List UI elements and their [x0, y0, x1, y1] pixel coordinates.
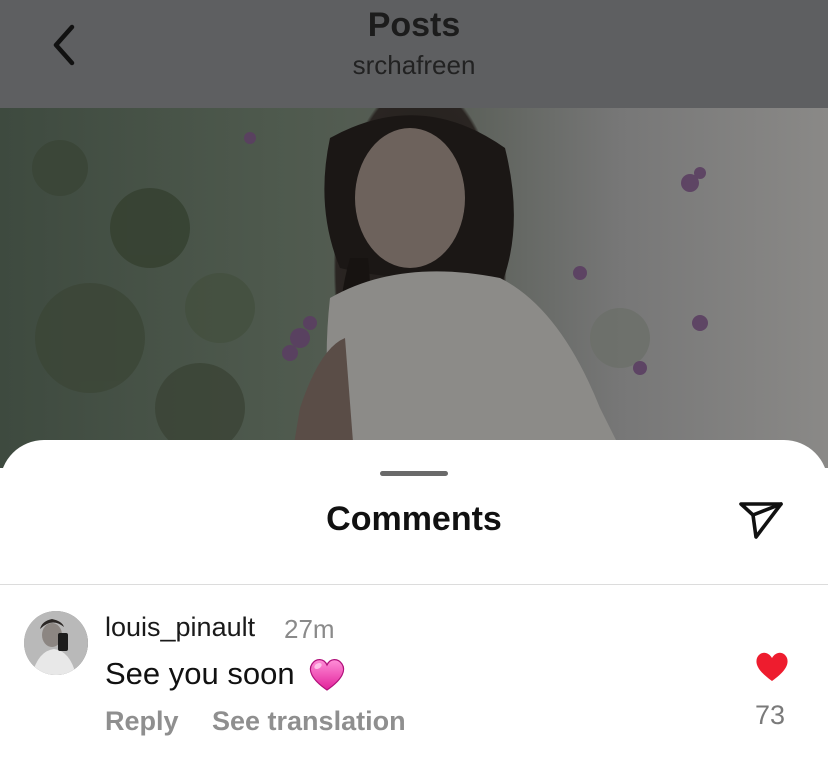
comment-item: louis_pinault 27m See you soon Reply See — [0, 608, 828, 758]
send-icon — [739, 502, 783, 539]
reply-button[interactable]: Reply — [105, 706, 179, 737]
comment-timestamp: 27m — [284, 614, 335, 644]
post-image — [0, 108, 828, 468]
sheet-grabber-handle[interactable] — [380, 471, 448, 476]
page-subtitle-username[interactable]: srchafreen — [0, 50, 828, 81]
avatar[interactable] — [24, 611, 88, 675]
comment-username[interactable]: louis_pinault — [105, 612, 255, 643]
heart-filled-icon — [756, 652, 788, 681]
comment-text-content: See you soon — [105, 656, 295, 691]
share-button[interactable] — [736, 496, 786, 544]
sheet-title: Comments — [326, 500, 502, 538]
divider — [0, 584, 828, 585]
page-title: Posts — [367, 6, 461, 44]
header-bar: Posts srchafreen — [0, 0, 828, 108]
comment-text: See you soon — [105, 654, 347, 694]
like-count: 73 — [754, 700, 786, 730]
like-button[interactable] — [754, 650, 790, 684]
comments-sheet: Comments louis_pinault 27m See you soon — [0, 440, 828, 763]
pink-heart-emoji-icon — [307, 654, 347, 694]
see-translation-button[interactable]: See translation — [212, 706, 406, 737]
